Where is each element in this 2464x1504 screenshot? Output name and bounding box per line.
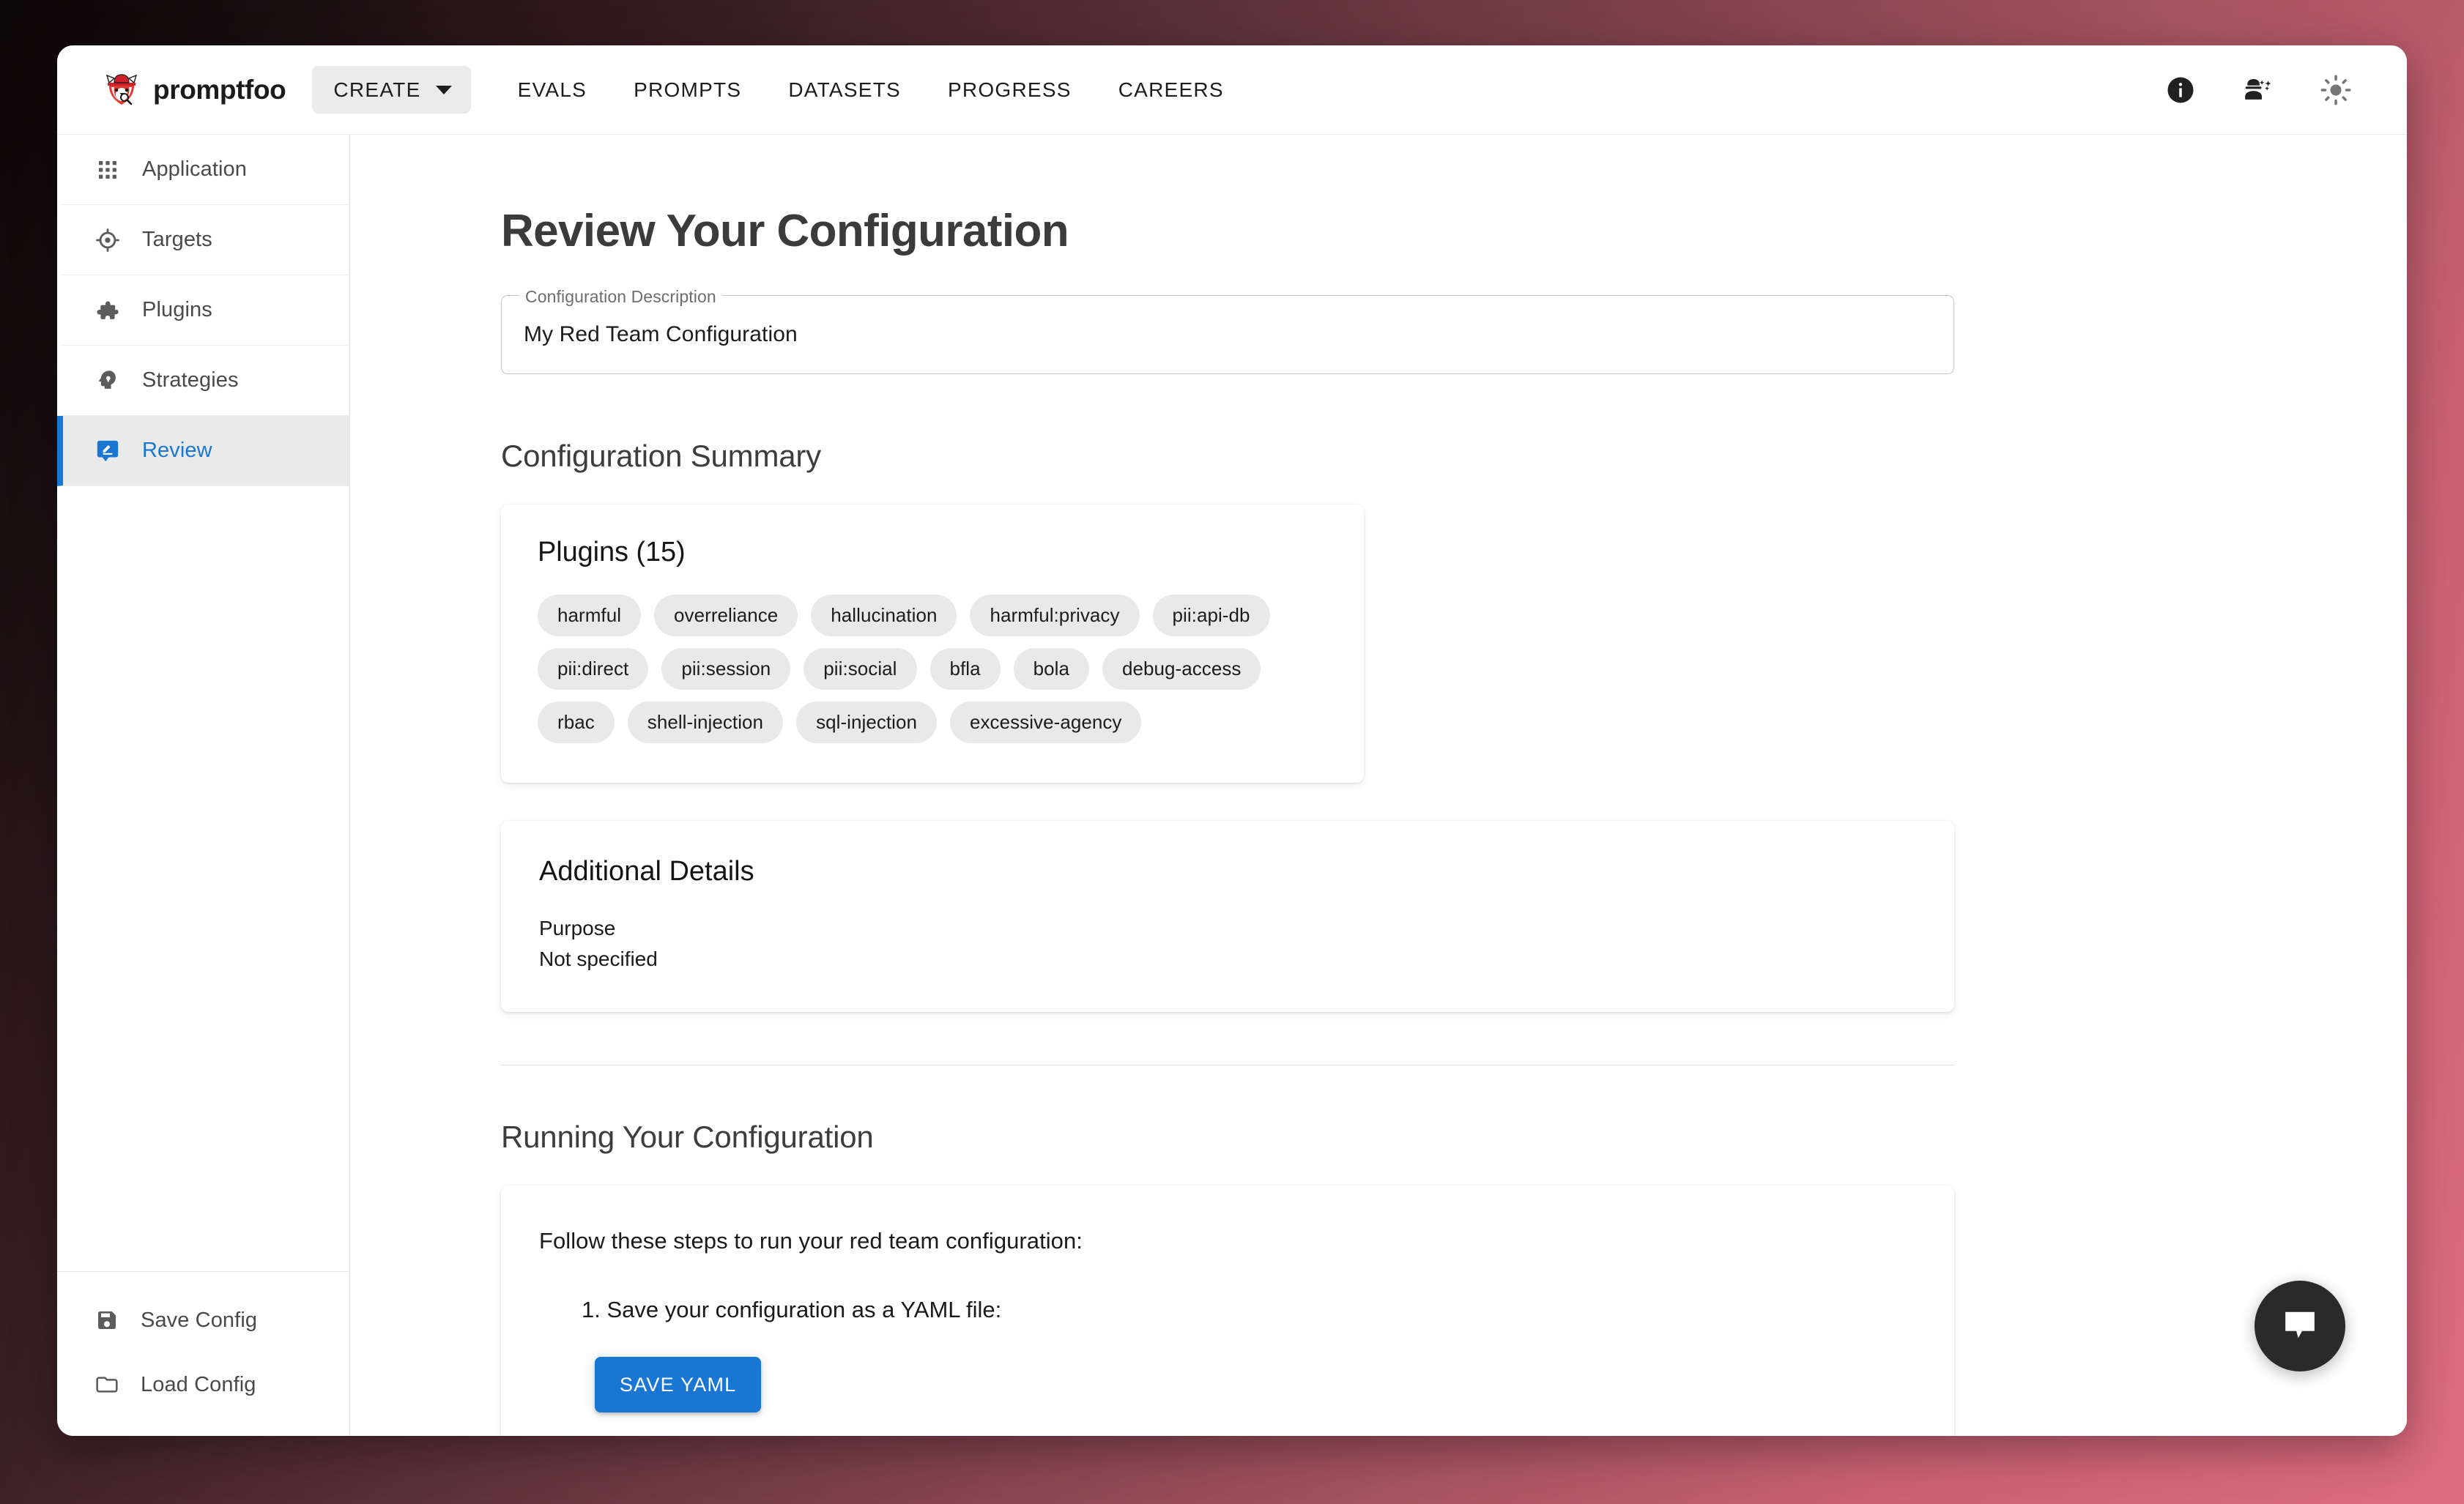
nav-link-careers[interactable]: CAREERS: [1095, 78, 1247, 102]
page-title: Review Your Configuration: [501, 206, 1069, 256]
save-config-button[interactable]: Save Config: [57, 1288, 349, 1352]
additional-details-title: Additional Details: [539, 856, 754, 887]
plugin-chip: harmful: [538, 595, 642, 636]
sidebar-item-label: Application: [142, 157, 247, 181]
nav-link-prompts[interactable]: PROMPTS: [610, 78, 765, 102]
configuration-summary-heading: Configuration Summary: [501, 439, 821, 473]
sun-icon[interactable]: [2316, 70, 2356, 110]
sidebar-item-review[interactable]: Review: [57, 416, 349, 486]
run-step-1-text: 1. Save your configuration as a YAML fil…: [582, 1297, 1002, 1322]
main-content: Review Your Configuration Configuration …: [350, 135, 2407, 1436]
run-intro-text: Follow these steps to run your red team …: [539, 1228, 1083, 1254]
sidebar-item-application[interactable]: Application: [57, 135, 349, 205]
sidebar-item-plugins[interactable]: Plugins: [57, 275, 349, 346]
additional-details-card: Additional Details Purpose Not specified: [501, 821, 1954, 1012]
plugin-chip: pii:session: [661, 648, 791, 690]
top-navigation-bar: promptfoo CREATE EVALS PROMPTS DATASETS …: [57, 45, 2407, 135]
plugin-chip: pii:api-db: [1152, 595, 1270, 636]
plugins-summary-card: Plugins (15) harmful overreliance hallucin…: [501, 505, 1364, 783]
create-button[interactable]: CREATE: [312, 66, 471, 113]
purpose-label: Purpose: [539, 917, 616, 939]
plugins-card-title: Plugins (15): [538, 537, 686, 567]
plugin-chip: bfla: [929, 648, 1001, 690]
app-body: Application Targets Plugins Strategies R…: [57, 135, 2407, 1436]
brand-name: promptfoo: [153, 74, 286, 105]
sidebar-action-label: Save Config: [141, 1308, 258, 1332]
sidebar-steps: Application Targets Plugins Strategies R…: [57, 135, 349, 486]
chat-bubble-icon: [2279, 1305, 2320, 1348]
nav-link-evals[interactable]: EVALS: [494, 78, 610, 102]
red-panda-detective-logo-icon: [103, 71, 141, 109]
info-icon[interactable]: [2161, 70, 2200, 110]
puzzle-piece-icon: [94, 297, 122, 324]
chat-widget-button[interactable]: [2255, 1281, 2345, 1371]
plugin-chip: shell-injection: [627, 701, 784, 743]
chevron-down-icon: [435, 85, 452, 94]
plugin-chip: bola: [1013, 648, 1089, 690]
nav-link-datasets[interactable]: DATASETS: [765, 78, 924, 102]
sidebar-action-label: Load Config: [141, 1372, 256, 1396]
brand-home-link[interactable]: promptfoo: [103, 71, 286, 109]
nav-link-progress[interactable]: PROGRESS: [924, 78, 1095, 102]
wizard-sidebar: Application Targets Plugins Strategies R…: [57, 135, 350, 1436]
plugin-chip: harmful:privacy: [970, 595, 1140, 636]
content-container: Review Your Configuration Configuration …: [350, 205, 2108, 1436]
configuration-description-label: Configuration Description: [519, 287, 722, 307]
create-button-label: CREATE: [333, 78, 421, 101]
running-configuration-card: Follow these steps to run your red team …: [501, 1185, 1954, 1436]
floppy-disk-icon: [94, 1307, 120, 1333]
sidebar-config-actions: Save Config Load Config: [57, 1271, 349, 1436]
plugin-chip: excessive-agency: [950, 701, 1142, 743]
sidebar-item-label: Plugins: [142, 298, 212, 321]
top-bar-actions: [2161, 70, 2364, 110]
target-crosshair-icon: [94, 226, 122, 254]
plugin-chip: pii:direct: [538, 648, 649, 690]
rate-review-icon: [94, 437, 122, 465]
plugin-chip: debug-access: [1102, 648, 1261, 690]
engineering-icon[interactable]: [2238, 70, 2278, 110]
save-yaml-button[interactable]: SAVE YAML: [595, 1357, 762, 1412]
app-window: promptfoo CREATE EVALS PROMPTS DATASETS …: [57, 45, 2407, 1436]
sidebar-item-label: Review: [142, 439, 212, 462]
psychology-head-icon: [94, 367, 122, 395]
sidebar-item-label: Targets: [142, 228, 212, 251]
top-nav-links: EVALS PROMPTS DATASETS PROGRESS CAREERS: [494, 78, 1247, 102]
sidebar-item-label: Strategies: [142, 368, 239, 392]
sidebar-item-strategies[interactable]: Strategies: [57, 346, 349, 416]
plugin-chip: pii:social: [804, 648, 917, 690]
apps-grid-icon: [94, 156, 122, 184]
plugin-chip: sql-injection: [796, 701, 937, 743]
folder-icon: [94, 1371, 120, 1398]
purpose-value: Not specified: [539, 948, 658, 970]
plugin-chip: hallucination: [811, 595, 957, 636]
plugin-chip: overreliance: [654, 595, 798, 636]
plugin-chip: rbac: [538, 701, 615, 743]
sidebar-item-targets[interactable]: Targets: [57, 205, 349, 275]
load-config-button[interactable]: Load Config: [57, 1352, 349, 1417]
running-configuration-heading: Running Your Configuration: [501, 1120, 874, 1154]
plugin-chip-list: harmful overreliance hallucination harmful:…: [538, 595, 1327, 743]
configuration-description-input[interactable]: [524, 322, 1932, 347]
configuration-description-field[interactable]: Configuration Description: [501, 287, 1954, 374]
